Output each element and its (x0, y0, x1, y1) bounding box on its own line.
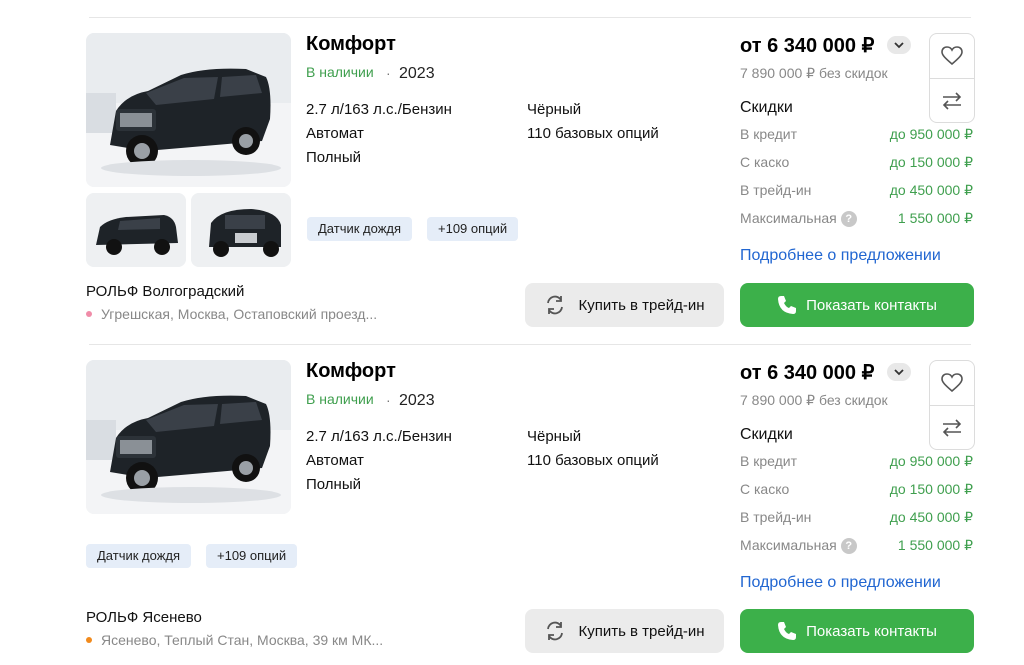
discount-value: 1 550 000 ₽ (897, 210, 973, 226)
price-details-toggle[interactable] (887, 363, 911, 381)
action-panel (929, 33, 975, 123)
favorite-button[interactable] (930, 361, 974, 405)
address-text: Ясенево, Теплый Стан, Москва, 39 км МК..… (101, 632, 384, 648)
phone-icon (778, 296, 797, 314)
max-discount-row: Максимальная? (740, 537, 857, 554)
discount-value: до 150 000 ₽ (889, 481, 973, 497)
color-spec: Чёрный (527, 101, 582, 118)
engine-spec: 2.7 л/163 л.с./Бензин (306, 428, 452, 445)
listing-title[interactable]: Комфорт (306, 360, 396, 383)
car-thumb-side[interactable] (86, 193, 186, 267)
car-main-photo[interactable] (86, 33, 291, 187)
discount-value: до 950 000 ₽ (889, 453, 973, 469)
model-year: 2023 (399, 392, 435, 409)
discounts-title: Скидки (740, 426, 793, 443)
car-thumb-rear[interactable] (191, 193, 291, 267)
listing-title[interactable]: Комфорт (306, 33, 396, 56)
engine-spec: 2.7 л/163 л.с./Бензин (306, 101, 452, 118)
top-divider (89, 17, 971, 18)
show-contacts-button[interactable]: Показать контакты (740, 609, 974, 653)
compare-arrows-icon (942, 419, 962, 437)
discount-value: до 950 000 ₽ (889, 126, 973, 142)
question-icon[interactable]: ? (840, 211, 857, 227)
discount-label: В трейд-ин (740, 182, 812, 198)
drive-spec: Полный (306, 149, 361, 166)
discount-value: до 150 000 ₽ (889, 154, 973, 170)
chevron-down-icon (894, 42, 904, 49)
car-main-photo[interactable] (86, 360, 291, 514)
heart-icon (941, 46, 963, 66)
transmission-spec: Автомат (306, 125, 364, 142)
show-contacts-button[interactable]: Показать контакты (740, 283, 974, 327)
chevron-down-icon (894, 369, 904, 376)
more-options-chip[interactable]: +109 опций (206, 544, 298, 568)
compare-button[interactable] (930, 405, 974, 450)
compare-arrows-icon (942, 92, 962, 110)
discount-label: С каско (740, 481, 790, 497)
trade-in-button[interactable]: Купить в трейд-ин (525, 609, 724, 653)
dealer-address: Угрешская, Москва, Остаповский проезд... (86, 306, 377, 322)
listing-divider (89, 344, 971, 345)
price: от 6 340 000 ₽ (740, 362, 875, 384)
discount-label: В трейд-ин (740, 509, 812, 525)
offer-details-link[interactable]: Подробнее о предложении (740, 247, 941, 265)
compare-button[interactable] (930, 78, 974, 123)
dealer-address: Ясенево, Теплый Стан, Москва, 39 км МК..… (86, 632, 383, 648)
discount-value: 1 550 000 ₽ (897, 537, 973, 553)
transmission-spec: Автомат (306, 452, 364, 469)
discount-label: В кредит (740, 126, 798, 142)
color-spec: Чёрный (527, 428, 582, 445)
price-details-toggle[interactable] (887, 36, 911, 54)
heart-icon (941, 373, 963, 393)
discount-label: Максимальная (740, 210, 837, 226)
car-image (191, 193, 291, 267)
max-discount-row: Максимальная? (740, 210, 857, 227)
car-image (86, 193, 186, 267)
model-year: 2023 (399, 65, 435, 82)
car-image (86, 33, 291, 187)
address-text: Угрешская, Москва, Остаповский проезд... (101, 306, 378, 322)
discount-label: Максимальная (740, 537, 837, 553)
show-contacts-label: Показать контакты (806, 622, 937, 640)
drive-spec: Полный (306, 476, 361, 493)
price-without-discounts: 7 890 000 ₽ без скидок (740, 65, 888, 81)
dealer-name[interactable]: РОЛЬФ Ясенево (86, 609, 202, 626)
show-contacts-label: Показать контакты (806, 296, 937, 314)
action-panel (929, 360, 975, 450)
discount-value: до 450 000 ₽ (889, 182, 973, 198)
more-options-chip[interactable]: +109 опций (427, 217, 519, 241)
phone-icon (778, 622, 797, 640)
availability-status: В наличии (306, 64, 374, 80)
refresh-icon (547, 295, 564, 315)
availability-status: В наличии (306, 391, 374, 407)
metro-dot (86, 311, 92, 317)
offer-details-link[interactable]: Подробнее о предложении (740, 574, 941, 592)
metro-dot (86, 637, 92, 643)
trade-in-label: Купить в трейд-ин (578, 296, 705, 314)
discount-value: до 450 000 ₽ (889, 509, 973, 525)
refresh-icon (547, 621, 564, 641)
separator-dot: · (386, 392, 391, 408)
car-image (86, 360, 291, 514)
discounts-title: Скидки (740, 99, 793, 116)
price: от 6 340 000 ₽ (740, 35, 875, 57)
separator-dot: · (386, 65, 391, 81)
option-chip[interactable]: Датчик дождя (86, 544, 192, 568)
options-count: 110 базовых опций (527, 452, 659, 469)
discount-label: С каско (740, 154, 790, 170)
price-without-discounts: 7 890 000 ₽ без скидок (740, 392, 888, 408)
favorite-button[interactable] (930, 34, 974, 78)
question-icon[interactable]: ? (840, 538, 857, 554)
trade-in-button[interactable]: Купить в трейд-ин (525, 283, 724, 327)
trade-in-label: Купить в трейд-ин (578, 622, 705, 640)
dealer-name[interactable]: РОЛЬФ Волгоградский (86, 283, 244, 300)
option-chip[interactable]: Датчик дождя (307, 217, 413, 241)
discount-label: В кредит (740, 453, 798, 469)
options-count: 110 базовых опций (527, 125, 659, 142)
